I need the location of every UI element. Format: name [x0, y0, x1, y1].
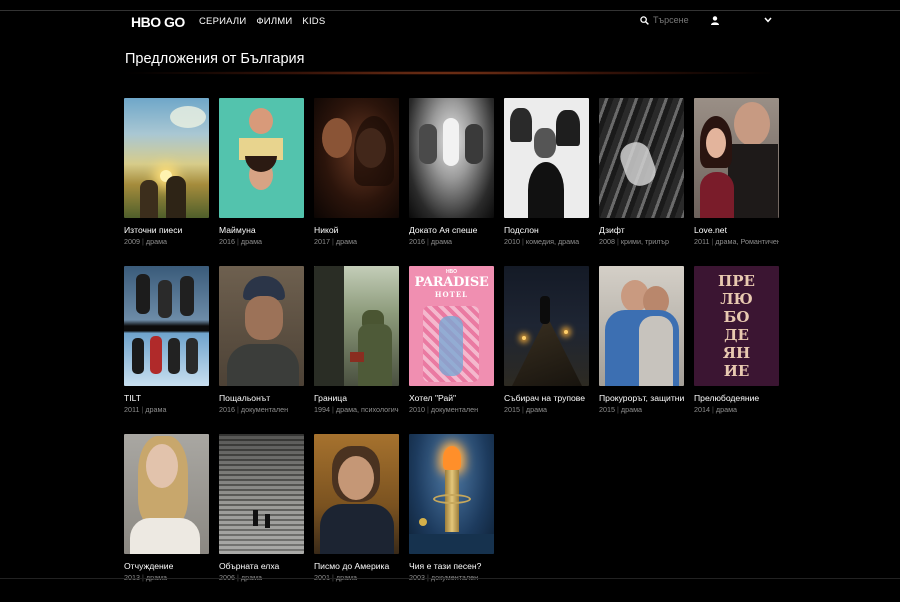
- movie-meta: 1994|драма, психологически: [314, 405, 399, 414]
- main-menu: СЕРИАЛИ ФИЛМИ KIDS: [199, 16, 325, 27]
- poster-title-line: ДЕ: [724, 326, 749, 344]
- movie-poster[interactable]: [314, 434, 399, 554]
- movie-grid: Източни пиеси 2009 | драма Маймуна 2016 | др…: [124, 98, 779, 602]
- movie-card[interactable]: Докато Ая спеше 2016 | драма: [409, 98, 494, 266]
- movie-card[interactable]: Източни пиеси 2009 | драма: [124, 98, 209, 266]
- movie-title: Хотел "Рай": [409, 393, 457, 403]
- movie-poster[interactable]: ПРЕ ЛЮ БО ДЕ ЯН ИЕ: [694, 266, 779, 386]
- search-icon[interactable]: [640, 15, 649, 25]
- menu-item-series[interactable]: СЕРИАЛИ: [199, 16, 246, 27]
- movie-meta: 2010 | документален: [409, 405, 479, 414]
- movie-card[interactable]: Маймуна 2016 | драма: [219, 98, 304, 266]
- movie-poster[interactable]: [219, 434, 304, 554]
- movie-poster[interactable]: [314, 266, 399, 386]
- movie-meta: 2015 | драма: [599, 405, 643, 414]
- movie-title: Писмо до Америка: [314, 561, 390, 571]
- movie-title: Граница: [314, 393, 347, 403]
- movie-card[interactable]: Подслон 2010 | комедия, драма: [504, 98, 589, 266]
- movie-title: Маймуна: [219, 225, 256, 235]
- chevron-down-icon[interactable]: [764, 17, 772, 23]
- movie-title: Прелюбодеяние: [694, 393, 760, 403]
- movie-card[interactable]: Никой 2017 | драма: [314, 98, 399, 266]
- movie-poster[interactable]: [219, 266, 304, 386]
- movie-poster[interactable]: [314, 98, 399, 218]
- movie-title: Събирач на трупове: [504, 393, 586, 403]
- movie-card[interactable]: Писмо до Америка 2001|драма: [314, 434, 399, 602]
- poster-title-line: ПРЕ: [718, 272, 755, 290]
- movie-meta: 2015 | драма: [504, 405, 548, 414]
- movie-poster[interactable]: [124, 266, 209, 386]
- movie-poster[interactable]: [409, 434, 494, 554]
- movie-title: Пощальонът: [219, 393, 271, 403]
- movie-meta: 2014 | драма: [694, 405, 738, 414]
- movie-meta: 2009 | драма: [124, 237, 168, 246]
- movie-card[interactable]: HBO PARADISE HOTEL Хотел "Рай" 2010 | доку…: [409, 266, 494, 434]
- poster-title-line: ИЕ: [723, 362, 750, 380]
- poster-paradise-text: PARADISE: [414, 275, 489, 290]
- title-glow-divider: [125, 71, 775, 75]
- movie-card[interactable]: Отчуждение 2013|драма: [124, 434, 209, 602]
- movie-title: Отчуждение: [124, 561, 174, 571]
- movie-poster[interactable]: [409, 98, 494, 218]
- movie-card[interactable]: Събирач на трупове 2015 | драма: [504, 266, 589, 434]
- movie-title: TILT: [124, 393, 142, 403]
- movie-poster[interactable]: [124, 434, 209, 554]
- movie-title: Никой: [314, 225, 339, 235]
- movie-poster[interactable]: [694, 98, 779, 218]
- user-icon[interactable]: [711, 16, 719, 25]
- movie-meta: 2011 | драма: [124, 405, 167, 414]
- hbo-go-logo[interactable]: HBO GO: [131, 14, 185, 30]
- movie-title: Източни пиеси: [124, 225, 183, 235]
- movie-meta: 2016 | документален: [219, 405, 289, 414]
- movie-meta: 2010 | комедия, драма: [504, 237, 580, 246]
- movie-poster[interactable]: HBO PARADISE HOTEL: [409, 266, 494, 386]
- movie-card[interactable]: TILT 2011 | драма: [124, 266, 209, 434]
- movie-meta: 2017 | драма: [314, 237, 358, 246]
- movie-card[interactable]: Прокурорът, защитникът 2015|драма: [599, 266, 684, 434]
- movie-title: Обърната елха: [219, 561, 280, 571]
- movie-meta: 2016 | драма: [409, 237, 453, 246]
- poster-title-line: ЯН: [722, 344, 751, 362]
- poster-title-line: ЛЮ: [720, 290, 753, 308]
- poster-hotel-text: HOTEL: [434, 290, 469, 299]
- movie-title: Прокурорът, защитникът: [599, 393, 684, 403]
- search-input[interactable]: [653, 15, 713, 25]
- movie-meta: 2011 | драма, Романтичен: [694, 237, 779, 246]
- movie-title: Чия е тази песен?: [409, 561, 482, 571]
- movie-poster[interactable]: [504, 98, 589, 218]
- poster-title-line: БО: [723, 308, 750, 326]
- movie-title: Love.net: [694, 225, 727, 235]
- movie-poster[interactable]: [599, 266, 684, 386]
- movie-meta: 2008 | крими, трилър: [599, 237, 669, 246]
- movie-meta: 2016 | драма: [219, 237, 263, 246]
- page-title: Предложения от България: [125, 51, 305, 67]
- movie-poster[interactable]: [599, 98, 684, 218]
- movie-title: Дзифт: [599, 225, 625, 235]
- movie-poster[interactable]: [124, 98, 209, 218]
- menu-item-kids[interactable]: KIDS: [302, 16, 325, 27]
- movie-card[interactable]: Граница 1994|драма, психологически: [314, 266, 399, 434]
- movie-title: Подслон: [504, 225, 539, 235]
- movie-card[interactable]: Пощальонът 2016 | документален: [219, 266, 304, 434]
- movie-card[interactable]: Обърната елха 2006|драма: [219, 434, 304, 602]
- menu-item-movies[interactable]: ФИЛМИ: [256, 16, 292, 27]
- movie-poster[interactable]: [504, 266, 589, 386]
- movie-title: Докато Ая спеше: [409, 225, 478, 235]
- movie-card[interactable]: Дзифт 2008 | крими, трилър: [599, 98, 684, 266]
- movie-card[interactable]: ПРЕ ЛЮ БО ДЕ ЯН ИЕ Прелюбодеяние 2014 | др…: [694, 266, 779, 434]
- movie-card[interactable]: Чия е тази песен? 2003|документален: [409, 434, 494, 602]
- movie-card[interactable]: Love.net 2011 | драма, Романтичен: [694, 98, 779, 266]
- movie-poster[interactable]: [219, 98, 304, 218]
- top-navigation: HBO GO СЕРИАЛИ ФИЛМИ KIDS: [0, 11, 900, 33]
- search-box: [640, 15, 713, 25]
- bottom-divider: [0, 578, 900, 579]
